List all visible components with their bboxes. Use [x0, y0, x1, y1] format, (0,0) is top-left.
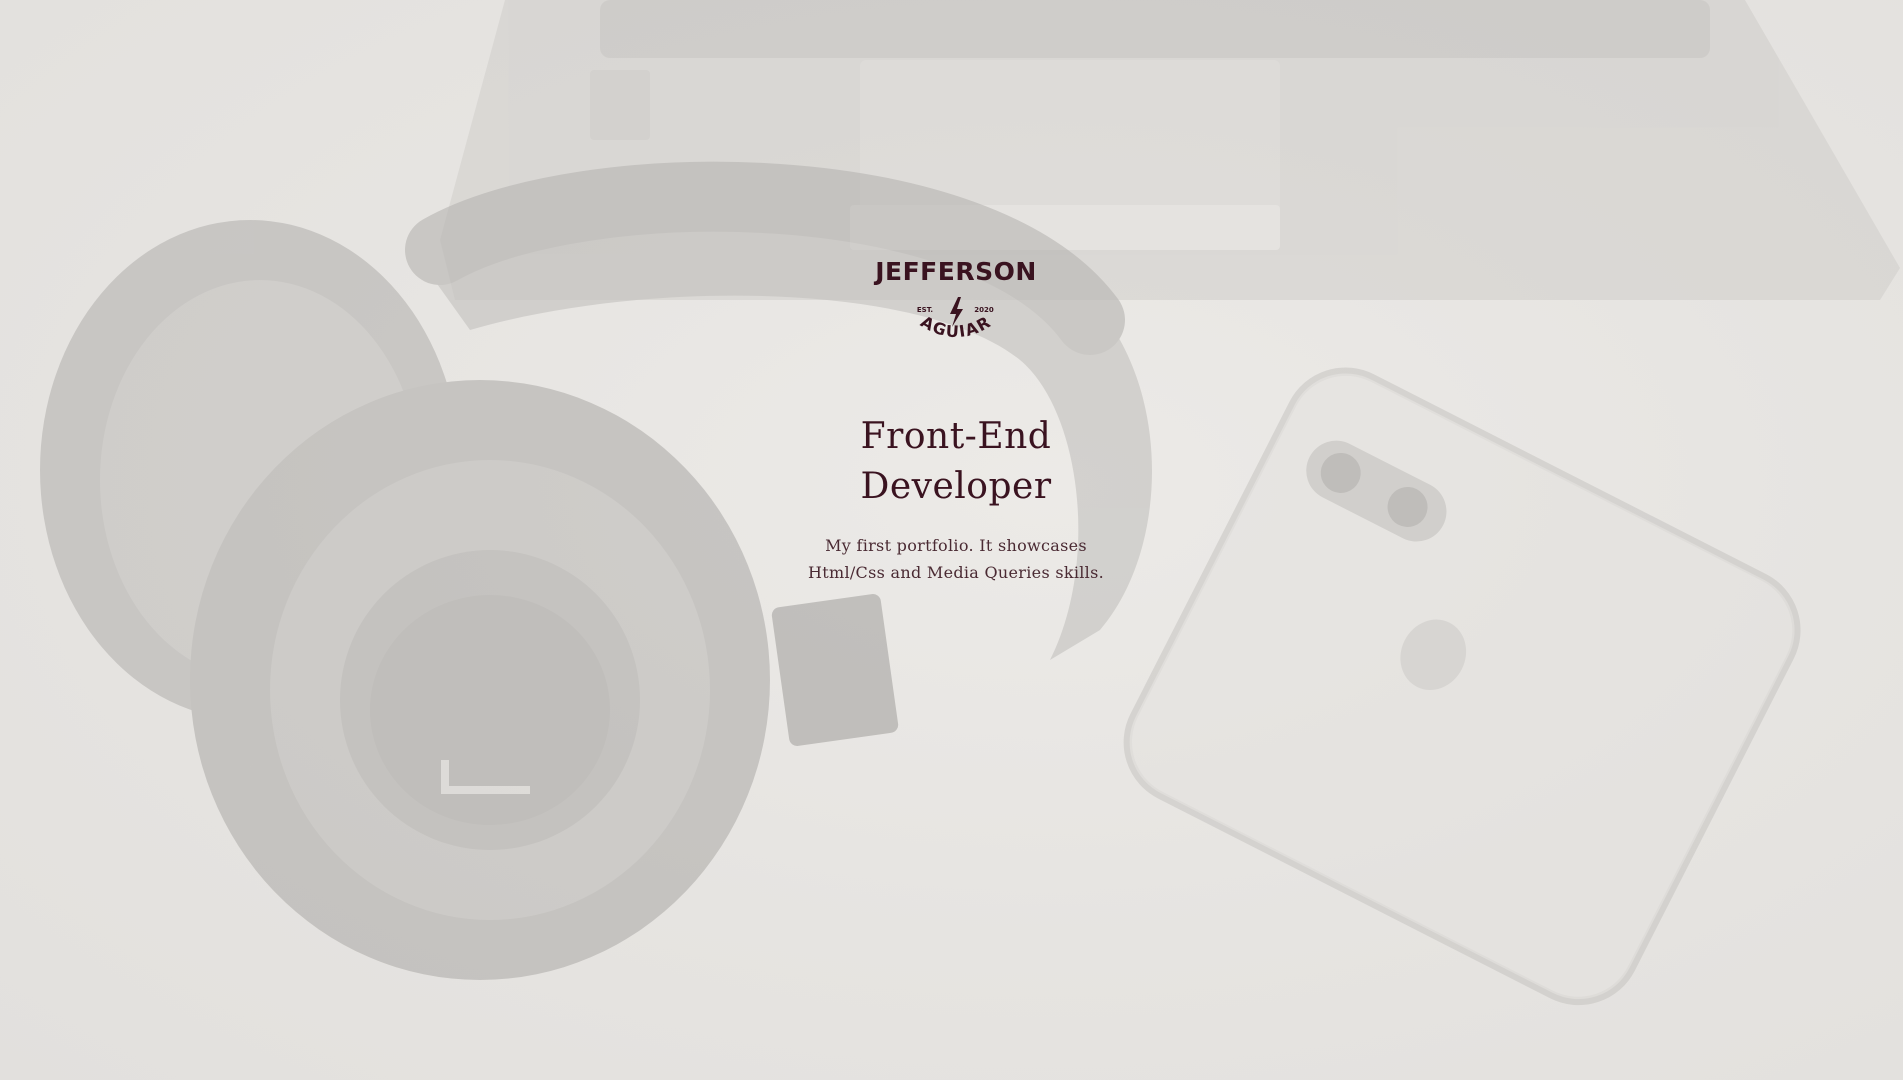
hero-section: JEFFERSON EST. 2020 AGUIAR Front-End Dev… [0, 0, 1903, 1080]
hero-description-line-1: My first portfolio. It showcases [825, 536, 1087, 555]
hero-description-line-2: Html/Css and Media Queries skills. [808, 563, 1104, 582]
hero-content: JEFFERSON EST. 2020 AGUIAR Front-End Dev… [0, 0, 1903, 1080]
hero-heading-line-1: Front-End [860, 416, 1052, 457]
hero-heading-line-2: Developer [860, 466, 1052, 507]
brand-logo[interactable]: JEFFERSON EST. 2020 AGUIAR [871, 252, 1041, 352]
logo-est-label: EST. [917, 306, 933, 314]
hero-heading: Front-End Developer [751, 412, 1161, 512]
hero-description: My first portfolio. It showcases Html/Cs… [771, 532, 1141, 586]
logo-name-top: JEFFERSON [873, 257, 1037, 286]
